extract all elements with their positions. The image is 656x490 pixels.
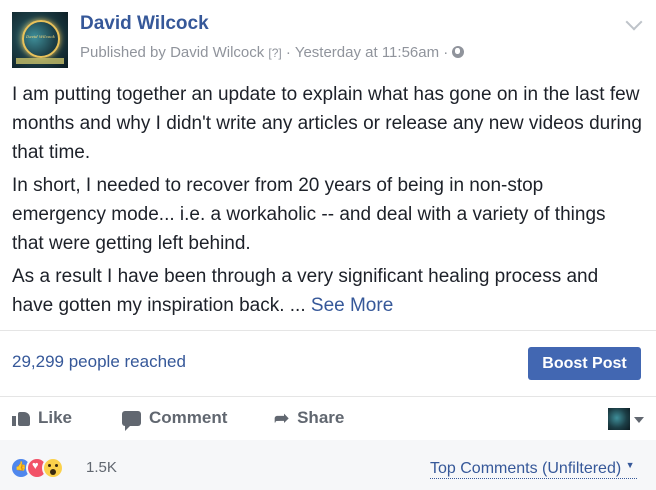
post-timestamp[interactable]: Yesterday at 11:56am	[295, 44, 439, 61]
boost-post-button[interactable]: Boost Post	[528, 347, 641, 380]
published-by-name[interactable]: David Wilcock	[170, 44, 264, 61]
comment-button[interactable]: Comment	[122, 398, 227, 438]
dropdown-arrow-icon: ▼	[625, 460, 635, 470]
avatar-bar	[16, 58, 64, 64]
page-avatar[interactable]: David Wilcock	[12, 12, 68, 68]
reaction-count[interactable]: 1.5K	[86, 459, 117, 476]
divider	[0, 396, 656, 397]
post-paragraph-3: As a result I have been through a very s…	[12, 262, 642, 320]
post-meta: Published by David Wilcock [?] · Yesterd…	[80, 44, 465, 61]
meta-separator: ·	[281, 44, 295, 61]
post-header: David Wilcock David Wilcock Published by…	[12, 12, 644, 72]
published-by-prefix: Published by	[80, 44, 171, 61]
like-button[interactable]: Like	[12, 398, 72, 438]
author-name[interactable]: David Wilcock	[80, 13, 209, 35]
post-paragraph-3-text: As a result I have been through a very s…	[12, 266, 599, 316]
wow-reaction-icon[interactable]	[42, 457, 64, 479]
comments-filter-label: Top Comments (Unfiltered)	[430, 460, 622, 477]
share-button[interactable]: ➦ Share	[274, 398, 344, 438]
post-as-avatar[interactable]	[608, 408, 630, 430]
chevron-down-icon[interactable]	[625, 13, 643, 31]
caret-down-icon[interactable]	[634, 417, 644, 423]
post-body: I am putting together an update to expla…	[12, 80, 642, 324]
like-icon	[12, 410, 30, 426]
people-reached-link[interactable]: 29,299 people reached	[12, 352, 186, 372]
share-label: Share	[297, 408, 345, 427]
see-more-link[interactable]: See More	[311, 295, 393, 316]
divider	[0, 330, 656, 331]
help-marker[interactable]: [?]	[268, 46, 281, 60]
post-paragraph-2: In short, I needed to recover from 20 ye…	[12, 175, 606, 254]
like-label: Like	[38, 408, 73, 427]
comment-label: Comment	[149, 408, 228, 427]
avatar-ring	[22, 20, 60, 58]
meta-separator-2: ·	[439, 44, 453, 61]
globe-icon[interactable]	[452, 46, 465, 58]
comment-icon	[122, 410, 141, 431]
post-paragraph-1: I am putting together an update to expla…	[12, 84, 642, 163]
share-icon: ➦	[274, 408, 290, 428]
action-bar: Like Comment ➦ Share	[0, 398, 656, 438]
comments-filter-dropdown[interactable]: Top Comments (Unfiltered) ▼	[430, 460, 637, 479]
avatar-logo-text: David Wilcock	[26, 34, 55, 39]
